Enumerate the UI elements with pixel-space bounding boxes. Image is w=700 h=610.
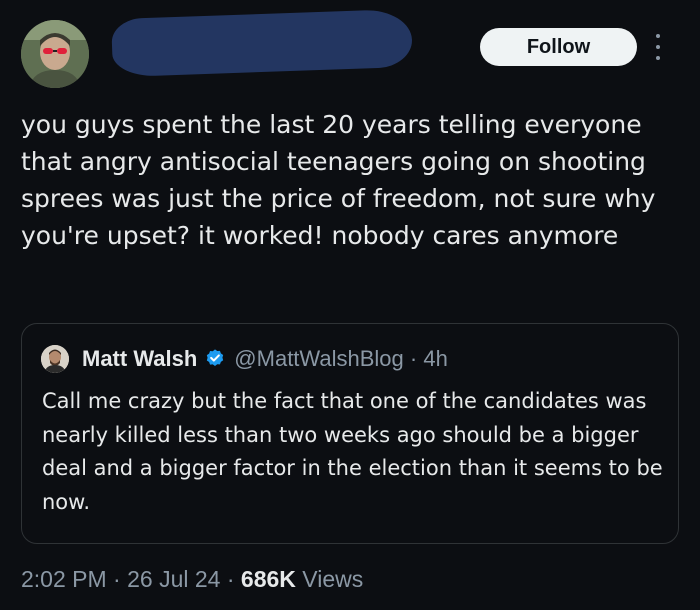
views-label: Views bbox=[295, 566, 364, 592]
profile-photo-icon bbox=[41, 345, 69, 373]
quoted-header: Matt Walsh @MattWalshBlog · 4h bbox=[82, 342, 448, 376]
follow-button[interactable]: Follow bbox=[480, 28, 637, 66]
quoted-handle[interactable]: @MattWalshBlog bbox=[234, 342, 403, 376]
profile-photo-icon bbox=[21, 20, 89, 88]
tweet-time[interactable]: 2:02 PM bbox=[21, 566, 107, 592]
quoted-text: Call me crazy but the fact that one of t… bbox=[42, 389, 663, 514]
quoted-tweet[interactable]: Matt Walsh @MattWalshBlog · 4h Call me c… bbox=[21, 323, 679, 544]
meta-separator: · bbox=[220, 566, 241, 592]
author-avatar[interactable] bbox=[21, 20, 89, 88]
tweet-text: you guys spent the last 20 years telling… bbox=[21, 110, 656, 250]
meta-separator: · bbox=[106, 566, 128, 592]
tweet-date[interactable]: 26 Jul 24 bbox=[127, 566, 220, 592]
views-count: 686K bbox=[240, 566, 296, 592]
quoted-author-name[interactable]: Matt Walsh bbox=[82, 342, 197, 376]
verified-badge-icon bbox=[207, 349, 224, 367]
header-separator: · bbox=[409, 346, 418, 371]
quoted-author-avatar[interactable] bbox=[41, 345, 69, 373]
redacted-author-name bbox=[111, 8, 413, 78]
tweet-metadata: 2:02 PM · 26 Jul 24 · 686K Views bbox=[21, 566, 363, 593]
more-options-icon[interactable] bbox=[652, 34, 664, 60]
quoted-age[interactable]: 4h bbox=[423, 342, 447, 376]
